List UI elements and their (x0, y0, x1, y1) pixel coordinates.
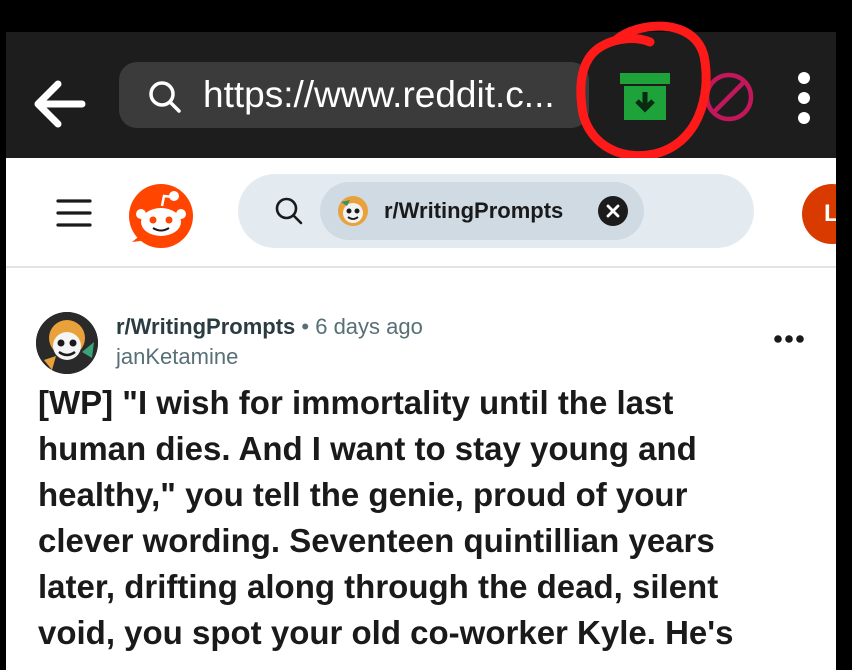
archive-button[interactable] (618, 70, 672, 124)
search-icon (149, 81, 181, 113)
back-button[interactable] (28, 72, 92, 136)
archive-download-icon (620, 73, 670, 120)
more-horizontal-icon (774, 335, 804, 343)
url-bar[interactable]: https://www.reddit.c... (119, 62, 589, 128)
post: r/WritingPrompts • 6 days ago janKetamin… (6, 266, 836, 670)
chip-clear-button[interactable] (598, 196, 628, 226)
reddit-snoo-icon (129, 184, 193, 248)
post-age: 6 days ago (315, 314, 423, 339)
reddit-page: r/WritingPrompts L r/WritingPrompts • 6 … (6, 158, 836, 670)
post-title-line: void, you spot your old co-worker Kyle. … (38, 614, 734, 651)
reddit-search-bar[interactable]: r/WritingPrompts (238, 174, 754, 248)
close-icon (606, 204, 620, 218)
subreddit-filter-chip[interactable]: r/WritingPrompts (320, 182, 644, 240)
subreddit-link[interactable]: r/WritingPrompts (116, 314, 295, 339)
subreddit-avatar[interactable] (36, 312, 98, 374)
hamburger-icon (56, 199, 92, 227)
post-title-line: clever wording. Seventeen quintillian ye… (38, 522, 715, 559)
post-author[interactable]: janKetamine (116, 344, 238, 370)
post-title-line: human dies. And I want to stay young and (38, 430, 697, 467)
post-title-line: [WP] "I wish for immortality until the l… (38, 384, 674, 421)
meta-separator: • (301, 314, 310, 339)
post-title[interactable]: [WP] "I wish for immortality until the l… (38, 380, 798, 656)
block-button[interactable] (702, 70, 756, 124)
url-text: https://www.reddit.c... (203, 74, 555, 115)
user-initial: L (824, 200, 836, 227)
more-menu-button[interactable] (792, 68, 816, 128)
user-avatar[interactable]: L (802, 184, 836, 244)
post-title-line: later, drifting along through the dead, … (38, 568, 719, 605)
back-arrow-icon (34, 80, 86, 128)
search-icon (275, 197, 303, 225)
subreddit-avatar-icon (338, 196, 368, 226)
reddit-header: r/WritingPrompts L (6, 158, 836, 268)
menu-button[interactable] (54, 196, 94, 230)
browser-toolbar: https://www.reddit.c... (6, 32, 836, 158)
subreddit-mascot-icon (36, 312, 98, 374)
block-icon (704, 72, 754, 122)
post-meta: r/WritingPrompts • 6 days ago (116, 314, 423, 340)
post-overflow-button[interactable] (772, 332, 806, 344)
reddit-logo[interactable] (126, 182, 196, 250)
more-vertical-icon (798, 72, 810, 124)
post-title-line: healthy," you tell the genie, proud of y… (38, 476, 688, 513)
chip-label: r/WritingPrompts (384, 198, 564, 223)
